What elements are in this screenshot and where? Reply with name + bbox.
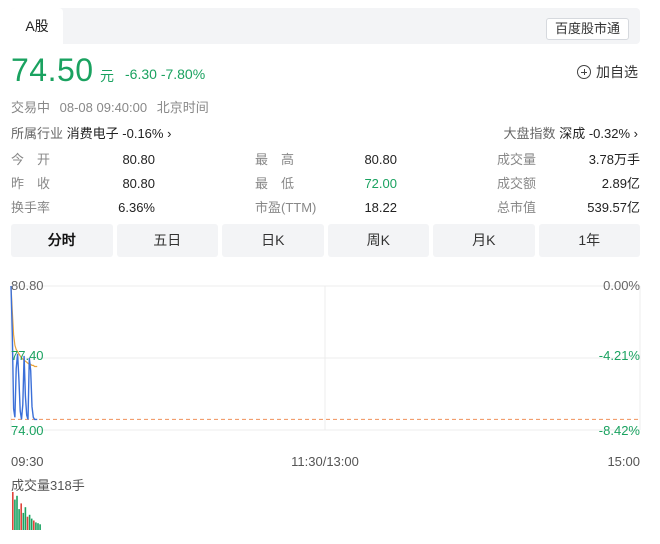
index-name: 深成	[559, 126, 586, 141]
industry-link[interactable]: 所属行业 消费电子 -0.16% ›	[11, 123, 171, 142]
tab-intraday[interactable]: 分时	[11, 224, 113, 257]
current-price: 74.50	[11, 52, 94, 88]
plus-circle-icon	[577, 65, 591, 79]
volume-bar	[18, 509, 20, 530]
y-tick-right-top: 0.00%	[603, 278, 640, 293]
stat-label: 成交量	[497, 152, 537, 167]
volume-bar	[39, 524, 41, 530]
stat-pe: 市盈(TTM) 18.22	[255, 198, 397, 218]
tab-five-day[interactable]: 五日	[116, 224, 218, 257]
stat-label: 总市值	[497, 200, 537, 215]
x-tick-open: 09:30	[11, 454, 44, 469]
stat-value: 72.00	[364, 176, 397, 191]
volume-bar	[22, 512, 25, 530]
status-datetime: 08-08 09:40:00	[59, 100, 148, 115]
stat-high: 最 高 80.80	[255, 150, 397, 170]
y-tick-left-top: 80.80	[11, 278, 44, 293]
stat-market-cap: 总市值 539.57亿	[497, 198, 640, 218]
volume-bar	[30, 518, 33, 530]
y-tick-left-bottom: 74.00	[11, 423, 44, 438]
change-percent: -7.80%	[160, 66, 206, 82]
stat-value: 6.36%	[118, 200, 155, 215]
index-link[interactable]: 大盘指数 深成 -0.32% ›	[504, 123, 638, 142]
stat-label: 今 开	[11, 152, 51, 167]
add-watchlist-button[interactable]: 加自选	[577, 62, 638, 82]
platform-tag[interactable]: 百度股市通	[545, 18, 629, 40]
stat-label: 成交额	[497, 176, 537, 191]
x-tick-close: 15:00	[607, 454, 640, 469]
stat-label: 最 低	[255, 176, 295, 191]
tab-weekly-k[interactable]: 周K	[327, 224, 429, 257]
intraday-chart[interactable]: 80.80 77.40 74.00 0.00% -4.21% -8.42% 09…	[0, 268, 660, 544]
status-timezone: 北京时间	[156, 100, 209, 115]
volume-bar	[24, 507, 27, 530]
tab-monthly-k[interactable]: 月K	[433, 224, 535, 257]
stat-value: 80.80	[364, 152, 397, 167]
price-change: -6.30 -7.80%	[125, 66, 205, 82]
tab-a-share[interactable]: A股	[11, 8, 63, 44]
stat-label: 市盈(TTM)	[255, 200, 317, 215]
x-tick-midday: 11:30/13:00	[291, 454, 359, 469]
stat-label: 最 高	[255, 152, 295, 167]
stat-label: 昨 收	[11, 176, 51, 191]
stat-low: 最 低 72.00	[255, 174, 397, 194]
stat-value: 3.78万手	[588, 152, 640, 167]
stat-value: 18.22	[364, 200, 397, 215]
y-tick-right-mid: -4.21%	[599, 348, 641, 363]
stat-prev-close: 昨 收 80.80	[11, 174, 155, 194]
volume-bars	[12, 492, 41, 530]
stat-value: 2.89亿	[601, 176, 640, 191]
intraday-chart-svg: 80.80 77.40 74.00 0.00% -4.21% -8.42% 09…	[10, 278, 641, 530]
volume-bar	[26, 516, 29, 530]
tab-one-year[interactable]: 1年	[538, 224, 640, 257]
index-change: -0.32%	[588, 126, 631, 141]
stat-value: 539.57亿	[587, 200, 640, 215]
change-amount: -6.30	[125, 66, 157, 82]
tab-daily-k[interactable]: 日K	[222, 224, 324, 257]
volume-bar	[20, 503, 22, 530]
y-tick-right-bottom: -8.42%	[599, 423, 641, 438]
trading-status: 交易中 08-08 09:40:00 北京时间	[11, 97, 215, 116]
stat-label: 换手率	[11, 200, 51, 215]
industry-change: -0.16%	[122, 126, 164, 141]
chevron-right-icon: ›	[633, 126, 638, 141]
y-tick-left-mid: 77.40	[11, 348, 44, 363]
status-text: 交易中	[11, 100, 51, 115]
stat-open: 今 开 80.80	[11, 150, 155, 170]
volume-bar	[35, 522, 37, 530]
price-unit: 元	[100, 68, 114, 84]
volume-bar	[14, 499, 16, 530]
stat-volume: 成交量 3.78万手	[497, 150, 640, 170]
volume-bar	[12, 492, 14, 530]
volume-bar	[28, 514, 31, 530]
market-tab-bar: A股 百度股市通	[11, 8, 640, 44]
volume-label: 成交量318手	[11, 478, 85, 493]
volume-bar	[33, 520, 35, 530]
add-watchlist-label: 加自选	[596, 64, 638, 80]
volume-bar	[16, 495, 18, 530]
volume-bar	[37, 523, 39, 530]
industry-name: 消费电子	[66, 126, 119, 141]
index-label: 大盘指数	[503, 126, 556, 141]
stat-value: 80.80	[122, 176, 155, 191]
industry-label: 所属行业	[11, 126, 64, 141]
chevron-right-icon: ›	[167, 126, 172, 141]
stat-turnover: 成交额 2.89亿	[497, 174, 640, 194]
period-tabs: 分时 五日 日K 周K 月K 1年	[11, 224, 640, 257]
stat-turnover-rate: 换手率 6.36%	[11, 198, 155, 218]
stat-value: 80.80	[122, 152, 155, 167]
